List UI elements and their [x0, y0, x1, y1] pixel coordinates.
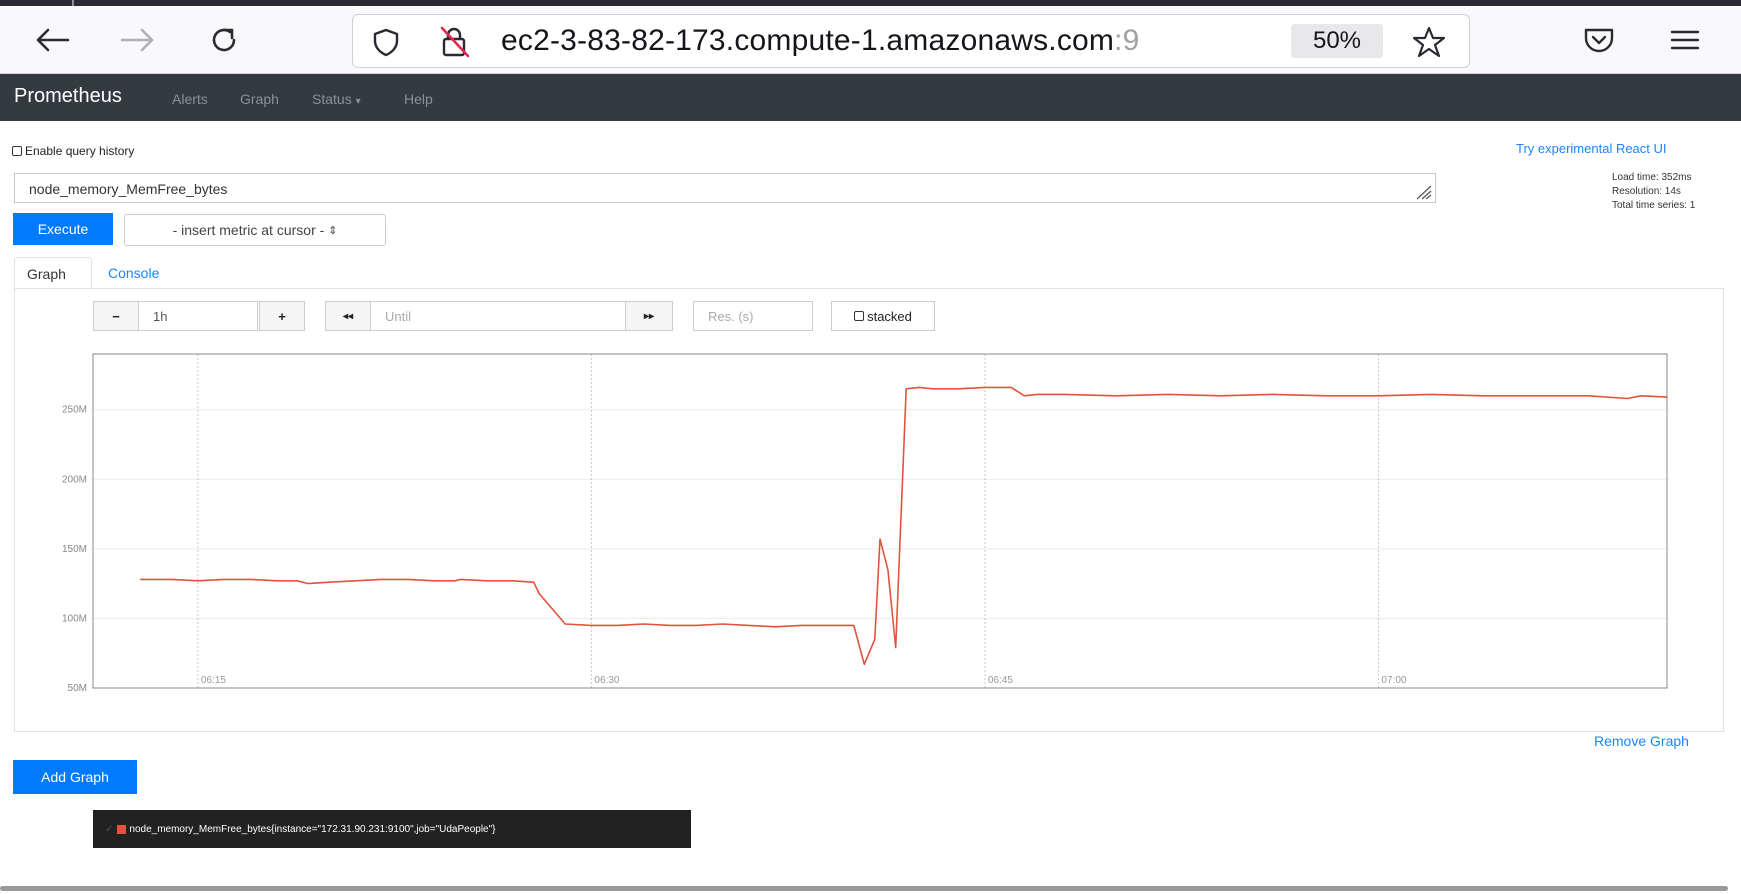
menu-button[interactable] [1663, 20, 1707, 60]
legend-series-label: node_memory_MemFree_bytes{instance="172.… [129, 823, 496, 835]
url-bar[interactable]: ec2-3-83-82-173.compute-1.amazonaws.com:… [352, 14, 1470, 68]
nav-status[interactable]: Status ▾ [312, 91, 361, 107]
url-text[interactable]: ec2-3-83-82-173.compute-1.amazonaws.com:… [501, 24, 1140, 58]
series-line-memfree [140, 386, 1668, 666]
chart-grid [93, 354, 1667, 689]
reload-icon [212, 28, 236, 52]
chart-legend[interactable]: ✓ node_memory_MemFree_bytes{instance="172… [93, 810, 691, 848]
forward-button[interactable] [116, 20, 160, 60]
y-tick-label: 150M [62, 544, 87, 555]
execute-button[interactable]: Execute [13, 213, 113, 245]
memory-chart[interactable]: 50M 100M 150M 200M 250M 06:15 06:30 06:45 07:00 [15, 289, 1725, 733]
react-ui-link[interactable]: Try experimental React UI [1516, 141, 1667, 156]
pocket-icon [1584, 28, 1614, 53]
y-tick-label: 50M [68, 683, 87, 694]
horizontal-scrollbar[interactable] [0, 886, 1728, 891]
caret-down-icon: ▾ [355, 96, 361, 107]
x-axis-ticks: 06:15 06:30 06:45 07:00 [201, 675, 1407, 686]
star-icon[interactable] [1411, 25, 1447, 59]
hamburger-menu-icon [1670, 30, 1700, 50]
enable-query-history[interactable]: Enable query history [12, 144, 134, 158]
legend-swatch [117, 824, 127, 834]
expression-value: node_memory_MemFree_bytes [29, 181, 228, 197]
query-stats: Load time: 352ms Resolution: 14s Total t… [1612, 171, 1695, 213]
expression-input[interactable]: node_memory_MemFree_bytes [14, 173, 1436, 203]
x-tick-label: 06:15 [201, 675, 226, 686]
y-tick-label: 250M [62, 405, 87, 416]
select-arrows-icon: ⇕ [328, 224, 338, 237]
back-button[interactable] [30, 20, 74, 60]
load-time: Load time: 352ms [1612, 172, 1692, 183]
brand-link[interactable]: Prometheus [14, 85, 122, 108]
browser-toolbar: ec2-3-83-82-173.compute-1.amazonaws.com:… [0, 6, 1741, 74]
nav-alerts[interactable]: Alerts [172, 91, 208, 107]
x-tick-label: 06:45 [988, 675, 1013, 686]
legend-check-icon: ✓ [105, 823, 114, 835]
insecure-lock-icon [440, 26, 470, 58]
url-port: :9 [1114, 24, 1140, 57]
nav-help[interactable]: Help [404, 91, 433, 107]
nav-graph[interactable]: Graph [240, 91, 279, 107]
tab-console[interactable]: Console [96, 257, 171, 289]
x-tick-label: 06:30 [594, 675, 619, 686]
y-tick-label: 200M [62, 474, 87, 485]
y-axis-ticks: 50M 100M 150M 200M 250M [62, 405, 87, 694]
total-series: Total time series: 1 [1612, 200, 1696, 211]
insert-metric-select[interactable]: - insert metric at cursor - ⇕ [124, 214, 386, 246]
arrow-right-icon [120, 28, 154, 52]
add-graph-button[interactable]: Add Graph [13, 760, 137, 794]
y-tick-label: 100M [62, 613, 87, 624]
insert-metric-label: - insert metric at cursor - [172, 222, 325, 238]
enable-history-label: Enable query history [25, 144, 135, 158]
resolution: Resolution: 14s [1612, 186, 1681, 197]
arrow-left-icon [36, 28, 70, 52]
prometheus-navbar: Prometheus Alerts Graph Status ▾ Help [0, 74, 1741, 121]
history-checkbox[interactable] [12, 146, 22, 156]
url-host: ec2-3-83-82-173.compute-1.amazonaws.com [501, 24, 1115, 57]
zoom-level-button[interactable]: 50% [1291, 24, 1383, 58]
resize-handle-icon[interactable] [1409, 184, 1433, 200]
x-tick-label: 07:00 [1381, 675, 1406, 686]
nav-status-label: Status [312, 91, 352, 107]
pocket-button[interactable] [1577, 20, 1621, 60]
graph-panel: − 1h + ◂◂ Until ▸▸ Res. (s) stacked 50M 1… [14, 288, 1725, 848]
plot-area-border [92, 353, 1668, 689]
shield-icon [373, 28, 399, 57]
reload-button[interactable] [202, 20, 246, 60]
remove-graph-link[interactable]: Remove Graph [1594, 733, 1689, 749]
tab-graph[interactable]: Graph [14, 257, 92, 289]
page-content: Enable query history Try experimental Re… [0, 121, 1741, 894]
